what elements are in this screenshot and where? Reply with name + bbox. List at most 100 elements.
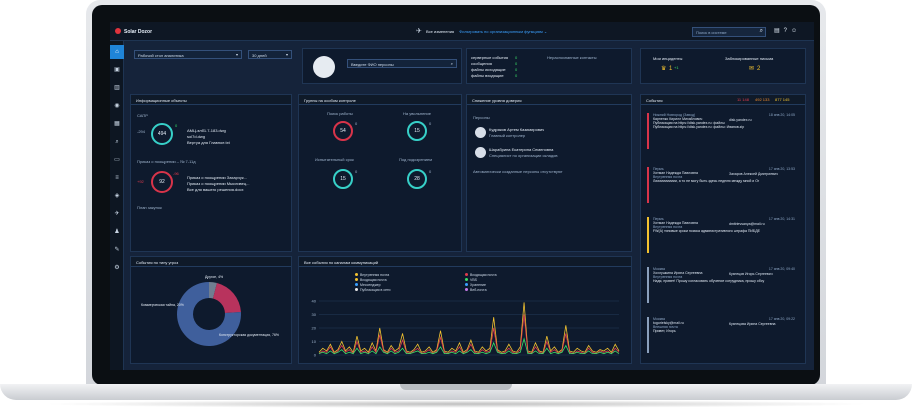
- event-date: 17 янв 20, 09:40: [768, 267, 795, 271]
- legend-item[interactable]: Веб-почта: [465, 288, 487, 292]
- group-label: На увольнение: [403, 111, 431, 116]
- group-ring[interactable]: 15: [407, 121, 427, 141]
- monitor-icon[interactable]: ▭: [110, 153, 124, 167]
- event-recipient: Кузнецов Игорь Сергеевич: [729, 272, 773, 276]
- search-sidebar-icon[interactable]: ⌕: [110, 135, 124, 149]
- search-icon[interactable]: ⌕: [451, 61, 453, 66]
- legend-item[interactable]: Публикация в сети: [355, 288, 391, 292]
- incidents-panel: Мои инциденты ♛ 1 +1 Заблокированные пис…: [640, 48, 806, 84]
- incidents-value[interactable]: 1: [669, 66, 672, 72]
- order-file[interactable]: Все для вашего решения.docx: [187, 187, 243, 192]
- chevron-down-icon: ▾: [285, 52, 288, 57]
- user-icon[interactable]: ☺: [791, 28, 801, 34]
- search-icon[interactable]: ⌕: [760, 28, 763, 35]
- events-badge-yellow[interactable]: 877 145: [775, 97, 789, 102]
- y-tick-label: 10: [312, 339, 317, 344]
- person-icon[interactable]: ♟: [110, 225, 124, 239]
- channels-panel: Все события по каналам коммуникаций Внут…: [298, 256, 632, 364]
- sapr-value: 494: [157, 131, 167, 137]
- top-bar: Solar Dozor ✈ Все изменения Фильтровать …: [110, 22, 814, 41]
- incidents-label[interactable]: Мои инциденты: [653, 56, 682, 61]
- settings-icon[interactable]: ⚙: [110, 261, 124, 275]
- app-logo[interactable]: Solar Dozor: [115, 28, 152, 35]
- legend-item[interactable]: Мессенджер: [355, 283, 381, 287]
- legend-label: Веб-почта: [470, 288, 487, 292]
- events-badge-orange[interactable]: 492 133: [755, 97, 769, 102]
- plane-icon[interactable]: ✈: [110, 207, 124, 221]
- sapr-ring[interactable]: 494: [151, 123, 173, 145]
- series-line[interactable]: [318, 302, 620, 354]
- event-message[interactable]: Москва 17 янв 20, 09:22 togorielsky@mail…: [647, 317, 799, 353]
- group-ring[interactable]: 54: [333, 121, 353, 141]
- database-icon[interactable]: ≡: [110, 171, 124, 185]
- sapr-file[interactable]: sol7d.dwg: [187, 134, 205, 139]
- legend-dot: [465, 273, 468, 276]
- person-name[interactable]: Шарабрина Екатерина Семеновна: [489, 147, 553, 152]
- group-value: 28: [414, 176, 420, 182]
- legend-label: Мессенджер: [360, 283, 381, 287]
- help-icon[interactable]: ?: [784, 28, 791, 34]
- series-line[interactable]: [318, 314, 620, 355]
- legend-dot: [355, 273, 358, 276]
- target-icon[interactable]: ◉: [110, 99, 124, 113]
- legend-item[interactable]: VBS: [465, 278, 477, 282]
- purchase-label[interactable]: План закупок: [137, 205, 162, 210]
- chevron-down-icon: ▾: [235, 52, 238, 57]
- channels-header: Все события по каналам коммуникаций: [299, 257, 631, 267]
- top-nav: Все изменения Фильтровать по организацио…: [426, 29, 547, 34]
- event-message[interactable]: Нижний Новгород (Завод) 18 янв 20, 14:05…: [647, 113, 799, 149]
- incidents-delta: +1: [674, 65, 679, 70]
- order-file[interactable]: Приказ о поощрении Захарчук...: [187, 175, 247, 180]
- pie-slice[interactable]: [212, 283, 241, 313]
- group-ring[interactable]: 15: [333, 169, 353, 189]
- sidebar: ⌂ ▣ ▥ ◉ ▦ ⌕ ▭ ≡ ◈ ✈ ♟ ✎ ⚙: [110, 41, 124, 370]
- event-message[interactable]: Пермь 17 янв 20, 13:53 Хитман Надежда Па…: [647, 167, 799, 203]
- summary-row-value: 0: [515, 73, 518, 78]
- order-label[interactable]: Приказ о поощрении – № 7-11д: [137, 159, 196, 164]
- document-icon[interactable]: ▤: [774, 28, 784, 34]
- blocked-value[interactable]: 2: [757, 66, 760, 72]
- briefcase-icon[interactable]: ▣: [110, 63, 124, 77]
- book-icon[interactable]: ▥: [110, 81, 124, 95]
- events-badge-red[interactable]: 11 148: [737, 97, 749, 102]
- trust-header: Снижение уровня доверия: [467, 95, 631, 105]
- group-ring[interactable]: 28: [407, 169, 427, 189]
- events-header: События 11 148 492 133 877 145: [641, 95, 805, 105]
- person-search-input[interactable]: Введите ФИО персоны ⌕: [347, 59, 457, 68]
- sapr-label[interactable]: САПР: [137, 113, 148, 118]
- legend-item[interactable]: Входящая почта: [465, 273, 497, 277]
- y-tick-label: 20: [312, 325, 317, 330]
- legend-item[interactable]: Входящая почта: [355, 278, 387, 282]
- pie-label: Конструкторская документация, 76%: [219, 333, 279, 337]
- nav-all-changes[interactable]: Все изменения: [426, 29, 454, 34]
- calendar-icon[interactable]: ▦: [110, 117, 124, 131]
- event-message[interactable]: Москва 17 янв 20, 09:40 Хохлушкина Ирина…: [647, 267, 799, 303]
- auto-persons-note: Автоматически созданные персоны отсутств…: [473, 169, 563, 174]
- dashboard-select[interactable]: Рабочий стол аналитика ▾: [134, 50, 242, 59]
- period-select[interactable]: 30 дней ▾: [248, 50, 292, 59]
- home-icon[interactable]: ⌂: [110, 45, 124, 59]
- nav-filter-link[interactable]: Фильтровать по организационным функциям …: [459, 29, 547, 34]
- blocked-label[interactable]: Заблокированные письма: [725, 56, 773, 61]
- event-date: 17 янв 20, 14:31: [768, 217, 795, 221]
- order-delta-left: +92: [137, 179, 144, 184]
- group-value: 15: [340, 176, 346, 182]
- sapr-file[interactable]: АМЦ-элб1.7-183.dwg: [187, 128, 226, 133]
- order-file[interactable]: Приказ о поощрении Мысливец...: [187, 181, 249, 186]
- global-search-input[interactable]: Поиск в системе ⌕: [692, 27, 766, 37]
- event-message[interactable]: Пермь 17 янв 20, 14:31 Хитман Надежда Па…: [647, 217, 799, 253]
- blocked-mail-icon: ✉: [749, 66, 755, 72]
- sapr-file[interactable]: Вертуа для Главное.txt: [187, 140, 230, 145]
- edit-icon[interactable]: ✎: [110, 243, 124, 257]
- channels-line-chart: 0 10 20 30 40: [312, 299, 620, 357]
- person-role: Главный контролер: [489, 133, 526, 138]
- person-role: Специалист по организации складов: [489, 153, 558, 158]
- legend-item[interactable]: Хранение: [465, 283, 486, 287]
- shield-icon[interactable]: ◈: [110, 189, 124, 203]
- person-search-placeholder: Введите ФИО персоны: [351, 62, 394, 67]
- order-ring[interactable]: 92: [151, 171, 173, 193]
- legend-item[interactable]: Внутренняя почта: [355, 273, 389, 277]
- event-text: Привет, Игорь: [653, 329, 676, 333]
- legend-dot: [465, 278, 468, 281]
- person-name[interactable]: Кудряков Артем Казимирович: [489, 127, 544, 132]
